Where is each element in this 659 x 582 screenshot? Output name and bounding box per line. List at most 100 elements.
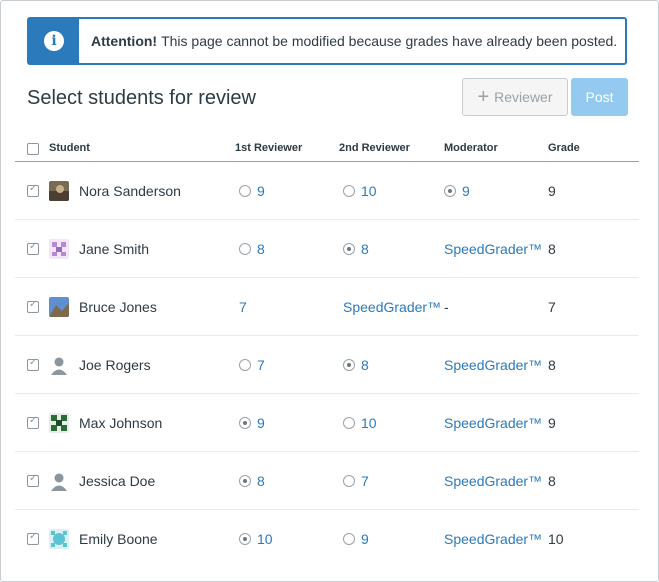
first-reviewer-radio[interactable] bbox=[239, 475, 251, 487]
attention-alert: i Attention! This page cannot be modifie… bbox=[27, 17, 627, 65]
second-reviewer-cell: 10 bbox=[343, 183, 377, 199]
moderator-value[interactable]: SpeedGrader™ bbox=[444, 357, 542, 373]
second-reviewer-cell: 7 bbox=[343, 473, 369, 489]
first-reviewer-value[interactable]: 7 bbox=[239, 299, 247, 315]
second-reviewer-radio[interactable] bbox=[343, 185, 355, 197]
student-name: Joe Rogers bbox=[79, 357, 151, 373]
second-reviewer-cell: 9 bbox=[343, 531, 369, 547]
second-reviewer-value[interactable]: SpeedGrader™ bbox=[343, 299, 441, 315]
moderator-cell: SpeedGrader™ bbox=[444, 473, 542, 489]
moderator-cell: SpeedGrader™ bbox=[444, 357, 542, 373]
alert-body: This page cannot be modified because gra… bbox=[161, 33, 618, 49]
second-reviewer-cell: 8 bbox=[343, 357, 369, 373]
first-reviewer-cell: 9 bbox=[239, 183, 265, 199]
student-name: Max Johnson bbox=[79, 415, 163, 431]
row-select-checkbox[interactable] bbox=[27, 299, 39, 313]
moderator-value[interactable]: SpeedGrader™ bbox=[444, 241, 542, 257]
moderator-value[interactable]: 9 bbox=[462, 183, 470, 199]
first-reviewer-value[interactable]: 10 bbox=[257, 531, 273, 547]
second-reviewer-value[interactable]: 8 bbox=[361, 357, 369, 373]
add-reviewer-button[interactable]: + Reviewer bbox=[462, 78, 568, 116]
row-select-checkbox[interactable] bbox=[27, 241, 39, 255]
moderator-value[interactable]: SpeedGrader™ bbox=[444, 531, 542, 547]
moderator-cell: SpeedGrader™ bbox=[444, 241, 542, 257]
first-reviewer-radio[interactable] bbox=[239, 533, 251, 545]
second-reviewer-value[interactable]: 7 bbox=[361, 473, 369, 489]
post-button[interactable]: Post bbox=[571, 78, 628, 116]
table-header: Student 1st Reviewer 2nd Reviewer Modera… bbox=[15, 133, 639, 162]
grade-value: 7 bbox=[548, 299, 556, 315]
table-row: Emily Boone 10 9 SpeedGrader™ 10 bbox=[15, 510, 639, 568]
row-select-checkbox[interactable] bbox=[27, 183, 39, 197]
grade-value: 9 bbox=[548, 415, 556, 431]
table-row: Max Johnson 9 10 SpeedGrader™ 9 bbox=[15, 394, 639, 452]
second-reviewer-value[interactable]: 8 bbox=[361, 241, 369, 257]
first-reviewer-value[interactable]: 7 bbox=[257, 357, 265, 373]
select-all-checkbox[interactable] bbox=[27, 143, 39, 155]
second-reviewer-cell: SpeedGrader™ bbox=[343, 299, 441, 315]
row-select-checkbox[interactable] bbox=[27, 531, 39, 545]
second-reviewer-radio[interactable] bbox=[343, 417, 355, 429]
moderator-value[interactable]: SpeedGrader™ bbox=[444, 415, 542, 431]
landscape-avatar bbox=[49, 297, 69, 317]
student-name: Nora Sanderson bbox=[79, 183, 181, 199]
first-reviewer-radio[interactable] bbox=[239, 243, 251, 255]
moderator-cell: 9 bbox=[444, 183, 470, 199]
first-reviewer-radio[interactable] bbox=[239, 185, 251, 197]
second-reviewer-radio[interactable] bbox=[343, 475, 355, 487]
second-reviewer-value[interactable]: 9 bbox=[361, 531, 369, 547]
grade-value: 8 bbox=[548, 473, 556, 489]
pattern-avatar-purple bbox=[49, 239, 69, 259]
page-title: Select students for review bbox=[27, 87, 256, 109]
header-moderator: Moderator bbox=[444, 142, 498, 154]
grade-value: 8 bbox=[548, 241, 556, 257]
student-name: Jane Smith bbox=[79, 241, 150, 257]
moderator-value: - bbox=[444, 299, 449, 315]
alert-message: Attention! This page cannot be modified … bbox=[79, 19, 617, 63]
header-grade: Grade bbox=[548, 142, 580, 154]
row-select-checkbox[interactable] bbox=[27, 357, 39, 371]
review-panel: i Attention! This page cannot be modifie… bbox=[0, 0, 659, 582]
moderator-value[interactable]: SpeedGrader™ bbox=[444, 473, 542, 489]
second-reviewer-value[interactable]: 10 bbox=[361, 183, 377, 199]
plus-icon: + bbox=[477, 86, 490, 108]
add-reviewer-label: Reviewer bbox=[494, 89, 553, 105]
pattern-avatar-green bbox=[49, 413, 69, 433]
second-reviewer-radio[interactable] bbox=[343, 359, 355, 371]
grade-value: 8 bbox=[548, 357, 556, 373]
moderator-cell: SpeedGrader™ bbox=[444, 415, 542, 431]
header-second-reviewer: 2nd Reviewer bbox=[339, 142, 410, 154]
first-reviewer-value[interactable]: 8 bbox=[257, 473, 265, 489]
second-reviewer-radio[interactable] bbox=[343, 243, 355, 255]
table-row: Jane Smith 8 8 SpeedGrader™ 8 bbox=[15, 220, 639, 278]
alert-icon-box: i bbox=[29, 19, 79, 63]
header-student: Student bbox=[49, 142, 90, 154]
first-reviewer-value[interactable]: 9 bbox=[257, 415, 265, 431]
first-reviewer-cell: 8 bbox=[239, 241, 265, 257]
moderator-radio[interactable] bbox=[444, 185, 456, 197]
grade-value: 10 bbox=[548, 531, 564, 547]
grade-value: 9 bbox=[548, 183, 556, 199]
table-row: Joe Rogers 7 8 SpeedGrader™ 8 bbox=[15, 336, 639, 394]
table-row: Nora Sanderson 9 10 9 9 bbox=[15, 162, 639, 220]
moderator-cell: - bbox=[444, 299, 449, 315]
row-select-checkbox[interactable] bbox=[27, 415, 39, 429]
default-user-avatar bbox=[49, 355, 69, 375]
table-row: Jessica Doe 8 7 SpeedGrader™ 8 bbox=[15, 452, 639, 510]
first-reviewer-radio[interactable] bbox=[239, 417, 251, 429]
second-reviewer-value[interactable]: 10 bbox=[361, 415, 377, 431]
first-reviewer-cell: 10 bbox=[239, 531, 273, 547]
second-reviewer-radio[interactable] bbox=[343, 533, 355, 545]
first-reviewer-radio[interactable] bbox=[239, 359, 251, 371]
photo-avatar bbox=[49, 181, 69, 201]
student-name: Emily Boone bbox=[79, 531, 158, 547]
table-row: Bruce Jones 7 SpeedGrader™- 7 bbox=[15, 278, 639, 336]
first-reviewer-cell: 9 bbox=[239, 415, 265, 431]
moderator-cell: SpeedGrader™ bbox=[444, 531, 542, 547]
row-select-checkbox[interactable] bbox=[27, 473, 39, 487]
first-reviewer-value[interactable]: 9 bbox=[257, 183, 265, 199]
first-reviewer-value[interactable]: 8 bbox=[257, 241, 265, 257]
second-reviewer-cell: 10 bbox=[343, 415, 377, 431]
first-reviewer-cell: 8 bbox=[239, 473, 265, 489]
student-name: Bruce Jones bbox=[79, 299, 157, 315]
